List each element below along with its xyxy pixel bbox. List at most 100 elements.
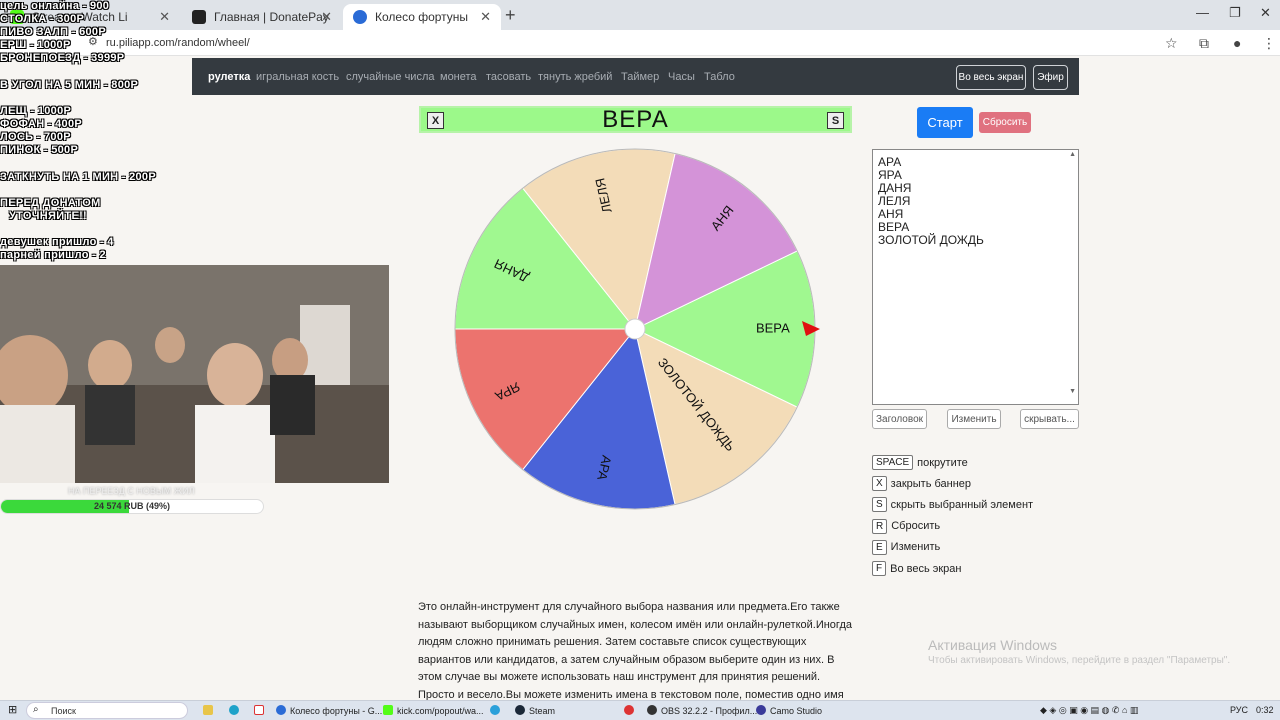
minimize-icon[interactable]: —: [1196, 5, 1209, 20]
name-entry: ЛЕЛЯ: [878, 194, 911, 208]
fullscreen-button[interactable]: Во весь экран: [956, 65, 1026, 90]
overlay-line: ЛОСЬ - 700Р: [0, 131, 71, 143]
overlay-line: ПИНОК - 500Р: [0, 144, 79, 156]
yandex-icon[interactable]: [254, 705, 268, 716]
overlay-line: УТОЧНЯЙТЕ!!: [9, 210, 88, 222]
shortcut-key: S: [872, 497, 887, 513]
shortcut-label: Изменить: [890, 541, 941, 554]
live-button[interactable]: Эфир: [1033, 65, 1068, 90]
shortcut-key: SPACE: [872, 455, 914, 470]
hide-button[interactable]: скрывать...: [1020, 409, 1079, 429]
new-tab-icon[interactable]: +: [505, 5, 516, 26]
shortcut-key: X: [872, 476, 887, 492]
shortcut-r: R Сбросить: [872, 518, 941, 534]
overlay-line: девушек пришло - 4: [0, 236, 114, 248]
nav-roulette[interactable]: рулетка: [208, 71, 250, 83]
nav-random-numbers[interactable]: случайные числа: [346, 71, 434, 83]
nav-timer[interactable]: Таймер: [621, 71, 659, 83]
shortcut-label: покрутите: [917, 456, 968, 469]
donatepay-favicon-icon: [192, 10, 206, 24]
taskbar-search[interactable]: ⌕ Поиск: [26, 702, 188, 719]
hide-item-button[interactable]: S: [827, 112, 844, 129]
overlay-line: ЕРШ - 1000Р: [0, 39, 71, 51]
overlay-line: цель онлайна - 900: [0, 0, 110, 12]
nav-shuffle[interactable]: тасовать: [486, 71, 531, 83]
site-navbar: рулетка игральная кость случайные числа …: [192, 58, 1079, 95]
shortcut-label: скрыть выбранный элемент: [890, 498, 1034, 511]
bookmark-star-icon[interactable]: ☆: [1165, 35, 1178, 52]
search-placeholder: Поиск: [51, 706, 76, 716]
browser-tab-donatepay[interactable]: Главная | DonatePay ✕: [182, 4, 342, 30]
tab-close-icon[interactable]: ✕: [321, 9, 332, 25]
overlay-line: ЗАТКНУТЬ НА 1 МИН - 200Р: [0, 171, 156, 183]
shortcut-s: Sскрыть выбранный элемент: [872, 497, 1034, 513]
names-list: АРА ЯРА ДАНЯ ЛЕЛЯ АНЯ ВЕРА ЗОЛОТОЙ ДОЖДЬ: [878, 156, 1073, 247]
browser-tab-bar: Stream - Watch Li ✕ Главная | DonatePay …: [0, 0, 1280, 30]
taskbar-item-steam[interactable]: Steam: [515, 705, 555, 716]
scroll-down-icon[interactable]: ▼: [1069, 388, 1076, 395]
overlay-line: ПИВО ЗАЛП - 600Р: [0, 26, 106, 38]
overlay-line: СТОЛКА - 300Р: [0, 13, 85, 25]
tab-close-icon[interactable]: ✕: [159, 9, 170, 25]
shortcut-label: закрыть баннер: [890, 477, 972, 490]
shortcut-space: SPACE покрутите: [872, 455, 968, 470]
banner-title: ВЕРА: [602, 105, 669, 133]
goal-amount: 24 574 RUB (49%): [94, 501, 171, 511]
address-bar: ⚙ ru.piliapp.com/random/wheel/ ☆ ⧉ ● ⋮: [0, 30, 1280, 56]
red-app-icon[interactable]: [624, 705, 638, 716]
windows-activation-subtitle: Чтобы активировать Windows, перейдите в …: [928, 655, 1231, 666]
tray-icons[interactable]: ◆ ◈ ◎ ▣ ◉ ▤ ◍ ✆ ⌂ ▥: [1040, 705, 1138, 716]
nav-coin[interactable]: монета: [440, 71, 477, 83]
close-window-icon[interactable]: ✕: [1260, 5, 1271, 21]
title-button[interactable]: Заголовок: [872, 409, 927, 429]
overlay-line: ФОФАН - 400Р: [0, 118, 83, 130]
overlay-line: ЛЕЩ - 1000Р: [0, 105, 72, 117]
clock[interactable]: 0:32: [1256, 705, 1274, 715]
windows-start-icon[interactable]: ⊞: [8, 703, 17, 716]
start-button[interactable]: Старт: [917, 107, 973, 138]
taskbar-item-kick[interactable]: kick.com/popout/wa...: [383, 705, 484, 716]
webcam-feed: [0, 265, 389, 483]
names-textarea[interactable]: АРА ЯРА ДАНЯ ЛЕЛЯ АНЯ ВЕРА ЗОЛОТОЙ ДОЖДЬ ▲ ▼: [872, 149, 1079, 405]
url-field[interactable]: ru.piliapp.com/random/wheel/: [106, 37, 250, 49]
file-explorer-icon[interactable]: [203, 705, 217, 716]
shortcut-label: Во весь экран: [890, 562, 962, 575]
overlay-line: БРОНЕПОЕЗД - 3999Р: [0, 52, 125, 64]
nav-draw-lots[interactable]: тянуть жребий: [538, 71, 612, 83]
shortcut-f: F Во весь экран: [872, 561, 961, 576]
restore-icon[interactable]: ❐: [1229, 5, 1241, 21]
tab-title: Главная | DonatePay: [214, 10, 329, 24]
overlay-line: ПЕРЕД ДОНАТОМ: [0, 197, 101, 209]
overlay-line: В УГОЛ НА 5 МИН - 800Р: [0, 79, 139, 91]
extensions-icon[interactable]: ⧉: [1199, 35, 1209, 52]
shortcut-x: Xзакрыть баннер: [872, 476, 972, 492]
profile-avatar-icon[interactable]: ●: [1233, 35, 1241, 51]
scroll-up-icon[interactable]: ▲: [1069, 151, 1076, 158]
nav-clock[interactable]: Часы: [668, 71, 695, 83]
overlay-line: парней пришло - 2: [0, 249, 106, 261]
piliapp-favicon-icon: [353, 10, 367, 24]
taskbar-item-obs[interactable]: OBS 32.2.2 - Профил...: [647, 705, 757, 716]
nav-scoreboard[interactable]: Табло: [704, 71, 735, 83]
telegram-icon[interactable]: [490, 705, 504, 716]
result-banner: X ВЕРА S: [419, 106, 852, 133]
reset-button[interactable]: Сбросить: [979, 112, 1031, 133]
taskbar-item-chrome[interactable]: Колесо фортуны - G...: [276, 705, 382, 716]
windows-taskbar: ⊞ ⌕ Поиск Колесо фортуны - G... kick.com…: [0, 700, 1280, 720]
edge-icon[interactable]: [229, 705, 243, 716]
shortcut-label: Сбросить: [891, 520, 941, 533]
browser-tab-wheel[interactable]: Колесо фортуны ✕: [343, 4, 501, 30]
name-entry: ЗОЛОТОЙ ДОЖДЬ: [878, 233, 984, 247]
menu-kebab-icon[interactable]: ⋮: [1262, 35, 1276, 52]
edit-button[interactable]: Изменить: [947, 409, 1001, 429]
shortcut-key: E: [872, 539, 887, 555]
goal-label: НА ПЕРЕЕЗД С НОВЫМ ЖИЛ: [68, 486, 195, 496]
name-entry: АРА: [878, 155, 902, 169]
fortune-wheel[interactable]: ВЕРАЗОЛОТОЙ ДОЖДЬАРАЯРАДАНЯЛЕЛЯАНЯ: [452, 146, 820, 512]
windows-activation-title: Активация Windows: [928, 637, 1058, 653]
nav-dice[interactable]: игральная кость: [256, 71, 339, 83]
language-indicator[interactable]: РУС: [1230, 705, 1248, 715]
taskbar-item-camo[interactable]: Camo Studio: [756, 705, 822, 716]
tab-close-icon[interactable]: ✕: [480, 9, 491, 25]
close-banner-button[interactable]: X: [427, 112, 444, 129]
